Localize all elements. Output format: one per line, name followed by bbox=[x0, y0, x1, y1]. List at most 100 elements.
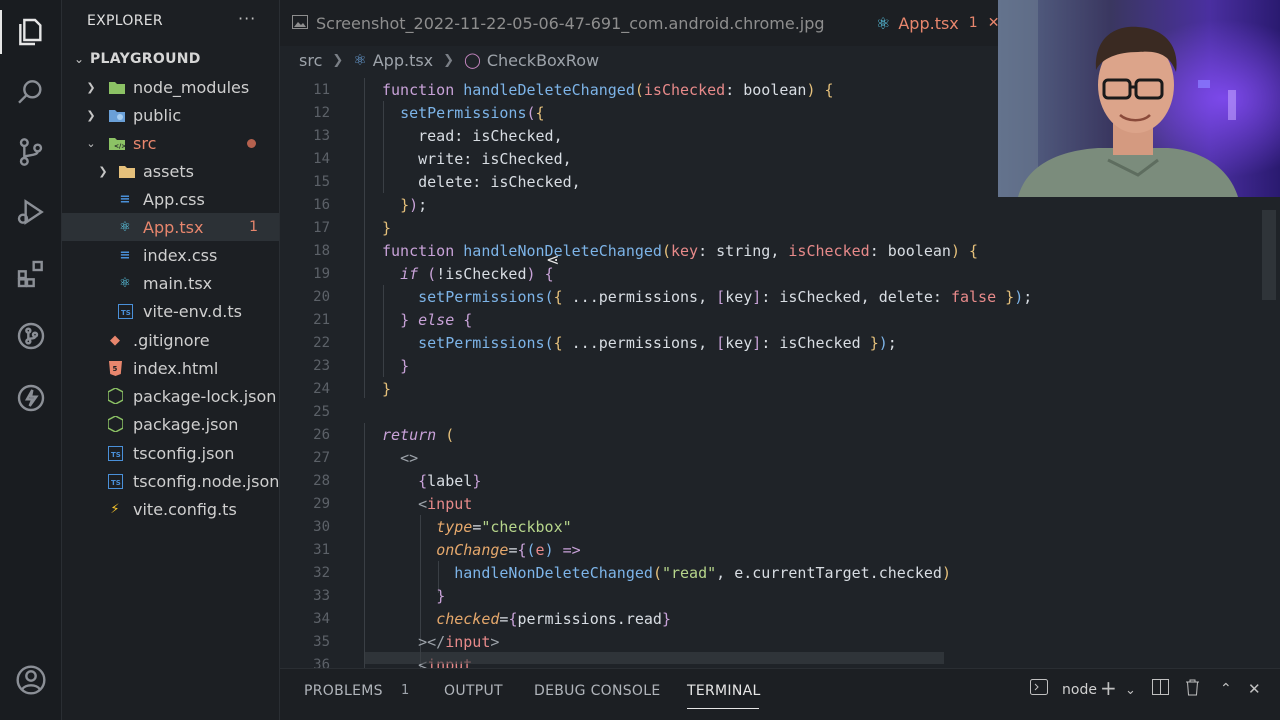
tree-item-index-css[interactable]: ≡ index.css bbox=[62, 241, 279, 269]
code-line: 20 setPermissions({ ...permissions, [key… bbox=[280, 285, 1280, 308]
code-line: 30 type="checkbox" bbox=[280, 515, 1280, 538]
html-icon: 5 bbox=[106, 359, 124, 377]
tree-item-tsconfig[interactable]: TS tsconfig.json bbox=[62, 439, 279, 467]
tree-item-label: public bbox=[133, 105, 182, 125]
extensions-icon[interactable] bbox=[13, 256, 49, 292]
tree-item-label: tsconfig.node.json bbox=[133, 471, 280, 491]
code-text: function handleDeleteChanged(isChecked: … bbox=[382, 80, 834, 99]
line-number: 35 bbox=[313, 633, 330, 650]
svg-text:TS: TS bbox=[111, 451, 121, 459]
tree-item-app-tsx[interactable]: ⚛ App.tsx 1 bbox=[62, 213, 279, 241]
tree-item-vite-env[interactable]: TS vite-env.d.ts bbox=[62, 297, 279, 325]
tree-item-vite-config[interactable]: ⚡ vite.config.ts bbox=[62, 495, 279, 523]
chevron-down-icon: ⌄ bbox=[86, 136, 96, 150]
code-text: delete: isChecked, bbox=[418, 172, 581, 191]
code-line: 24} bbox=[280, 377, 1280, 400]
line-number: 14 bbox=[313, 150, 330, 167]
nodejs-icon bbox=[106, 415, 124, 433]
line-number: 16 bbox=[313, 196, 330, 213]
terminal-name[interactable]: node bbox=[1062, 682, 1097, 698]
bottom-panel: PROBLEMS 1 OUTPUT DEBUG CONSOLE TERMINAL… bbox=[280, 668, 1280, 720]
ts-icon: TS bbox=[116, 302, 134, 320]
code-text: if (!isChecked) { bbox=[400, 264, 554, 283]
tab-output[interactable]: OUTPUT bbox=[444, 683, 503, 699]
run-debug-icon[interactable] bbox=[13, 194, 49, 230]
horizontal-scrollbar[interactable] bbox=[364, 652, 944, 664]
active-tab-underline bbox=[687, 708, 759, 709]
code-text: } bbox=[382, 379, 392, 398]
line-number: 28 bbox=[313, 472, 330, 489]
tree-item-tsconfig-node[interactable]: TS tsconfig.node.json bbox=[62, 467, 280, 495]
line-number: 24 bbox=[313, 380, 330, 397]
sidebar-title: EXPLORER bbox=[87, 13, 163, 29]
tab-screenshot[interactable]: Screenshot_2022-11-22-05-06-47-691_com.a… bbox=[292, 0, 825, 46]
tree-item-gitignore[interactable]: ◆ .gitignore bbox=[62, 326, 279, 354]
tab-problems[interactable]: PROBLEMS bbox=[304, 683, 383, 699]
split-terminal-icon[interactable] bbox=[1152, 679, 1169, 699]
tree-item-public[interactable]: ❯ public bbox=[62, 101, 279, 129]
line-number: 17 bbox=[313, 219, 330, 236]
chevron-down-icon[interactable]: ⌄ bbox=[1125, 683, 1136, 698]
tree-item-main-tsx[interactable]: ⚛ main.tsx bbox=[62, 269, 279, 297]
line-number: 22 bbox=[313, 334, 330, 351]
vertical-scrollbar[interactable] bbox=[1262, 210, 1276, 300]
terminal-icon bbox=[1030, 679, 1048, 699]
line-number: 13 bbox=[313, 127, 330, 144]
line-number: 15 bbox=[313, 173, 330, 190]
more-actions-icon[interactable]: ··· bbox=[238, 9, 256, 28]
source-control-icon[interactable] bbox=[13, 134, 49, 170]
workspace-section-header[interactable]: ⌄ PLAYGROUND bbox=[62, 46, 279, 72]
breadcrumb-item[interactable]: App.tsx bbox=[373, 51, 433, 70]
code-line: 28 {label} bbox=[280, 469, 1280, 492]
git-graph-icon[interactable] bbox=[13, 318, 49, 354]
tab-app-tsx[interactable]: ⚛ App.tsx 1 ✕ bbox=[876, 0, 999, 46]
tree-item-node-modules[interactable]: ❯ node_modules bbox=[62, 73, 279, 101]
tree-item-label: tsconfig.json bbox=[133, 443, 235, 463]
tree-item-assets[interactable]: ❯ assets bbox=[62, 157, 279, 185]
tree-item-src[interactable]: ⌄ </> src bbox=[62, 129, 279, 157]
code-line: 22 setPermissions({ ...permissions, [key… bbox=[280, 331, 1280, 354]
code-text: }); bbox=[400, 195, 428, 214]
tab-label: Screenshot_2022-11-22-05-06-47-691_com.a… bbox=[316, 13, 825, 33]
explorer-icon[interactable] bbox=[13, 14, 49, 50]
tree-item-label: package-lock.json bbox=[133, 386, 277, 406]
symbol-icon: ◯ bbox=[464, 51, 481, 69]
tree-item-package-json[interactable]: package.json bbox=[62, 410, 279, 438]
code-text: setPermissions({ ...permissions, [key]: … bbox=[418, 333, 897, 352]
tree-item-label: package.json bbox=[133, 414, 239, 434]
code-text: } bbox=[436, 586, 446, 605]
tree-item-label: vite.config.ts bbox=[133, 499, 237, 519]
modified-dot bbox=[247, 138, 256, 148]
chevron-right-icon: ❯ bbox=[86, 108, 96, 122]
tree-item-label: main.tsx bbox=[143, 273, 213, 293]
tab-label: App.tsx bbox=[898, 13, 959, 33]
account-icon[interactable] bbox=[13, 662, 49, 698]
tree-item-label: src bbox=[133, 133, 157, 153]
code-text: read: isChecked, bbox=[418, 126, 563, 145]
tab-debug-console[interactable]: DEBUG CONSOLE bbox=[534, 683, 661, 699]
breadcrumb-item[interactable]: src bbox=[299, 51, 322, 70]
maximize-panel-icon[interactable]: ⌃ bbox=[1220, 681, 1232, 697]
code-text: handleNonDeleteChanged("read", e.current… bbox=[454, 563, 951, 582]
search-icon[interactable] bbox=[13, 74, 49, 110]
svg-text:TS: TS bbox=[111, 479, 121, 487]
line-number: 18 bbox=[313, 242, 330, 259]
src-folder-icon: </> bbox=[108, 134, 126, 152]
active-indicator bbox=[0, 10, 2, 54]
line-number: 30 bbox=[313, 518, 330, 535]
lightning-icon[interactable] bbox=[13, 380, 49, 416]
css-icon: ≡ bbox=[119, 191, 131, 207]
chevron-right-icon: ❯ bbox=[86, 80, 96, 94]
line-number: 33 bbox=[313, 587, 330, 604]
code-text: {label} bbox=[418, 471, 482, 490]
tree-item-index-html[interactable]: 5 index.html bbox=[62, 354, 279, 382]
close-panel-icon[interactable]: ✕ bbox=[1248, 680, 1261, 698]
tree-item-package-lock[interactable]: package-lock.json bbox=[62, 382, 279, 410]
code-line: 31 onChange={(e) => bbox=[280, 538, 1280, 561]
breadcrumb-item[interactable]: CheckBoxRow bbox=[487, 51, 599, 70]
trash-icon[interactable] bbox=[1185, 679, 1200, 700]
line-number: 12 bbox=[313, 104, 330, 121]
tree-item-app-css[interactable]: ≡ App.css bbox=[62, 185, 279, 213]
add-terminal-icon[interactable]: + bbox=[1100, 676, 1117, 700]
tab-terminal[interactable]: TERMINAL bbox=[687, 683, 761, 699]
